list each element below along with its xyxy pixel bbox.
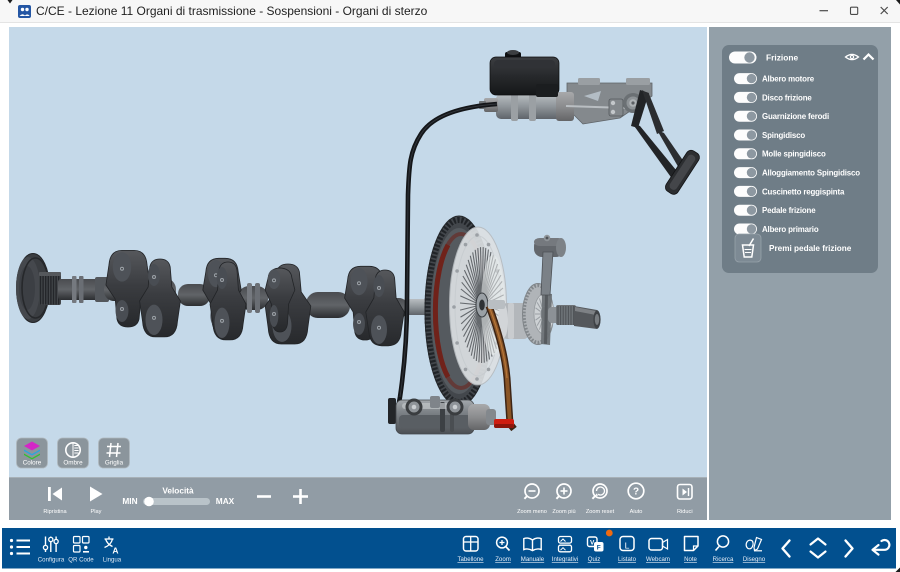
svg-text:Cuscinetto reggispinta: Cuscinetto reggispinta [762,187,845,196]
svg-text:Note: Note [684,556,697,563]
svg-text:Frizione: Frizione [766,53,798,63]
svg-text:A: A [112,546,118,556]
svg-text:Zoom più: Zoom più [552,509,575,515]
svg-text:Zoom meno: Zoom meno [517,509,547,515]
svg-text:?: ? [633,487,639,498]
svg-text:Configura: Configura [38,557,65,564]
svg-text:Tabellone: Tabellone [457,556,484,563]
svg-text:Ombre: Ombre [63,460,83,467]
svg-text:Albero motore: Albero motore [762,75,815,84]
svg-text:Colore: Colore [23,460,42,467]
svg-text:Spingidisco: Spingidisco [762,131,805,140]
svg-text:Guarnizione ferodi: Guarnizione ferodi [762,112,829,121]
svg-text:Aiuto: Aiuto [630,509,643,515]
svg-text:QR Code: QR Code [68,557,94,564]
svg-text:L: L [625,540,630,550]
svg-text:Listato: Listato [618,556,637,563]
svg-text:Alloggiamento Spingidisco: Alloggiamento Spingidisco [762,169,860,178]
svg-text:MIN: MIN [122,496,137,506]
svg-text:Molle spingidisco: Molle spingidisco [762,150,826,159]
svg-text:MAX: MAX [216,496,235,506]
svg-text:Disco frizione: Disco frizione [762,93,812,102]
svg-text:Velocità: Velocità [162,486,194,496]
svg-text:Riduci: Riduci [677,509,693,515]
svg-text:Integrativi: Integrativi [552,556,578,563]
svg-text:Play: Play [91,509,102,515]
svg-text:Albero primario: Albero primario [762,225,819,234]
svg-text:Ripristina: Ripristina [43,509,67,515]
svg-text:Ricerca: Ricerca [713,556,734,563]
svg-text:Disegno: Disegno [743,556,766,563]
svg-text:Manuale: Manuale [521,556,545,563]
svg-text:Pedale frizione: Pedale frizione [762,206,816,215]
svg-text:Premi pedale frizione: Premi pedale frizione [769,244,852,253]
svg-text:Zoom: Zoom [495,556,511,563]
svg-text:Webcam: Webcam [646,556,670,563]
svg-text:C/CE - Lezione 11 Organi di tr: C/CE - Lezione 11 Organi di trasmissione… [36,4,428,18]
svg-text:Lingua: Lingua [103,557,122,564]
svg-text:Griglia: Griglia [105,460,124,467]
svg-text:Zoom reset: Zoom reset [586,509,615,515]
svg-text:F: F [597,544,601,551]
svg-text:Quiz: Quiz [588,556,601,563]
